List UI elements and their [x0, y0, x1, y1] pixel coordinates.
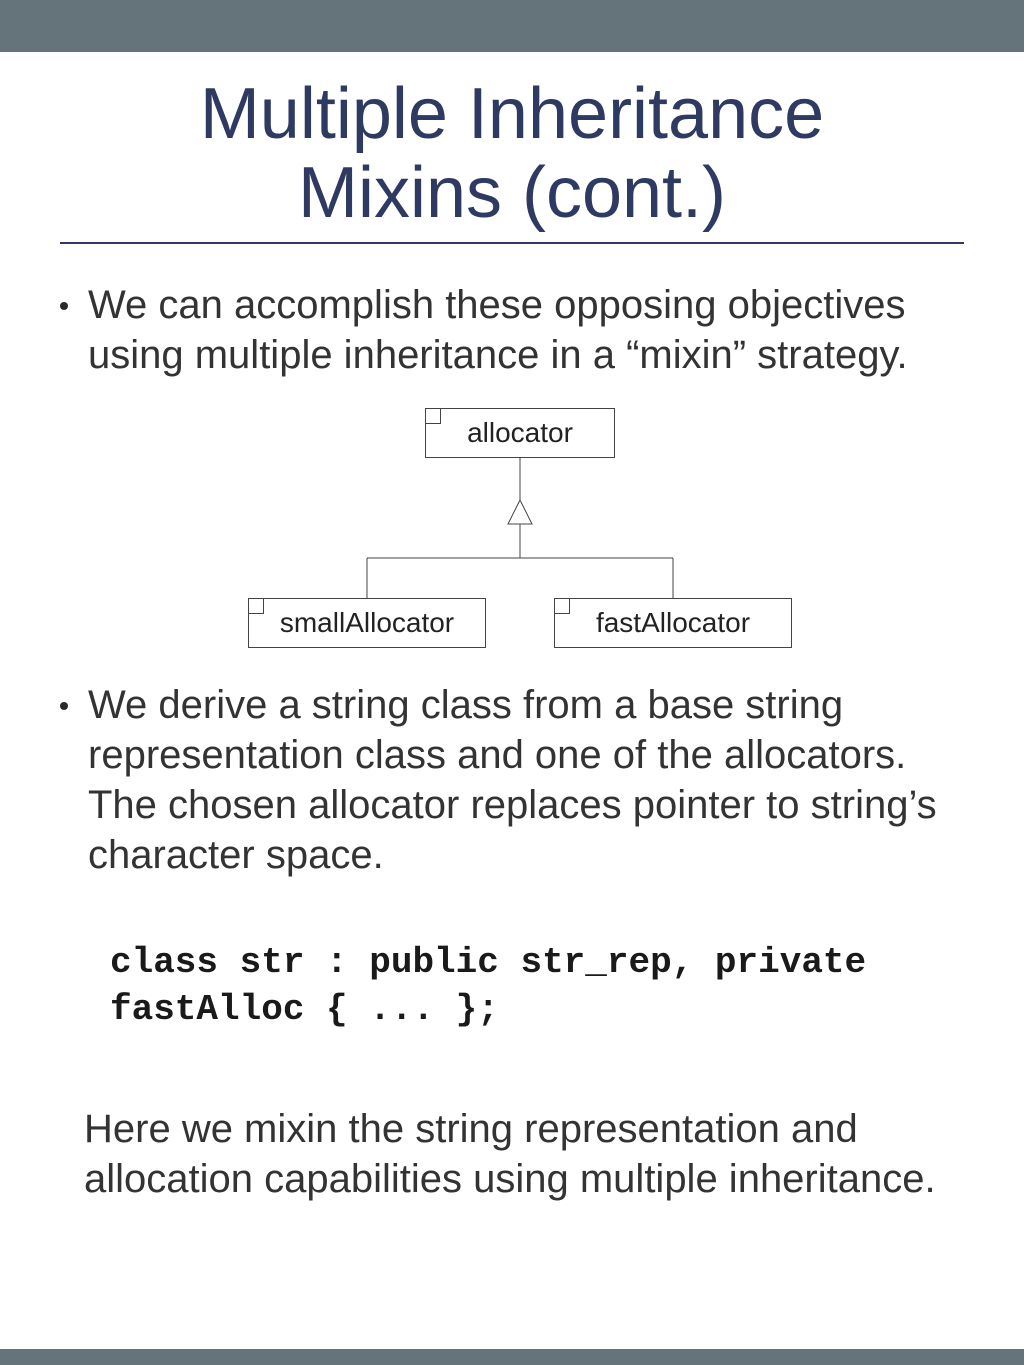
- bullet-item: We derive a string class from a base str…: [60, 680, 980, 880]
- slide-content: We can accomplish these opposing objecti…: [60, 280, 980, 1204]
- paragraph: Here we mixin the string representation …: [84, 1104, 980, 1204]
- bottom-bar: [0, 1349, 1024, 1365]
- title-underline: [60, 242, 964, 244]
- uml-class-smallallocator: smallAllocator: [248, 598, 486, 648]
- slide: Multiple InheritanceMixins (cont.) We ca…: [0, 0, 1024, 1365]
- uml-class-label: fastAllocator: [596, 607, 750, 639]
- uml-class-allocator: allocator: [425, 408, 615, 458]
- uml-diagram: allocator smallAllocator fastAllocator: [240, 408, 800, 648]
- bullet-text: We derive a string class from a base str…: [88, 680, 980, 880]
- code-block: class str : public str_rep, private fast…: [110, 940, 980, 1034]
- top-bar: [0, 0, 1024, 52]
- bullet-dot-icon: [60, 702, 68, 710]
- uml-class-fastallocator: fastAllocator: [554, 598, 792, 648]
- uml-class-label: allocator: [467, 417, 573, 449]
- bullet-text: We can accomplish these opposing objecti…: [88, 280, 980, 380]
- bullet-dot-icon: [60, 302, 68, 310]
- uml-class-label: smallAllocator: [280, 607, 454, 639]
- slide-title: Multiple InheritanceMixins (cont.): [0, 75, 1024, 233]
- bullet-item: We can accomplish these opposing objecti…: [60, 280, 980, 380]
